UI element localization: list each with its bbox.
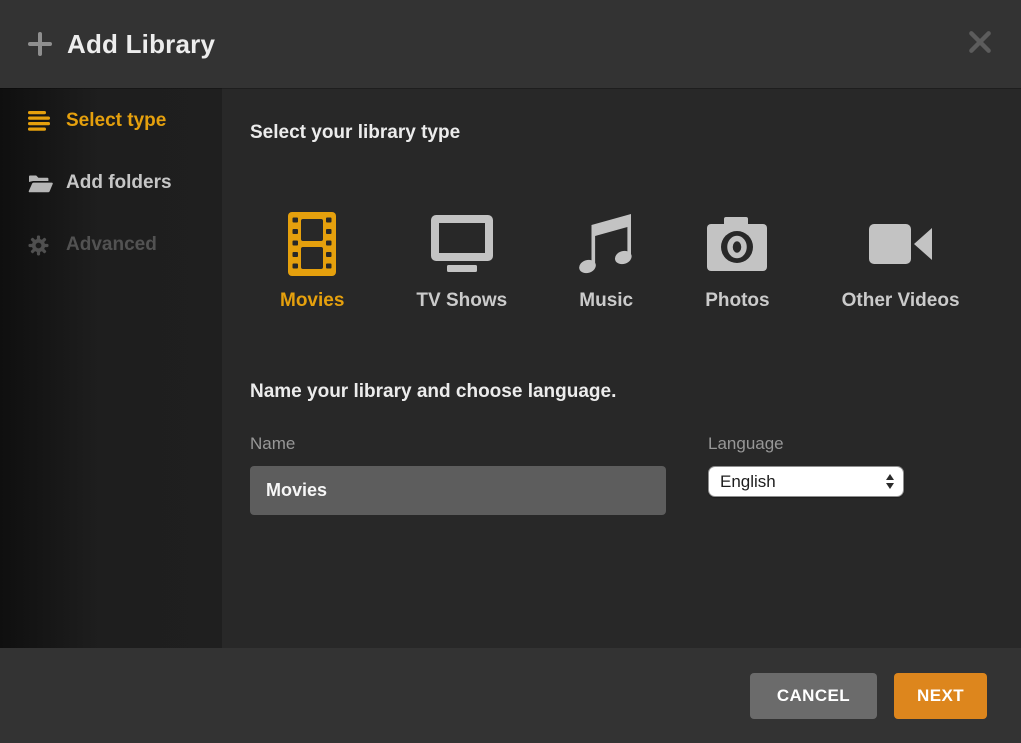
dialog-footer: CANCEL NEXT: [0, 648, 1021, 743]
dialog-header: Add Library: [0, 0, 1021, 88]
type-item-photos[interactable]: Photos: [705, 211, 769, 312]
type-item-music[interactable]: Music: [579, 211, 633, 312]
type-label: Music: [579, 290, 633, 312]
sidebar-item-advanced: Advanced: [0, 232, 222, 258]
library-type-heading: Select your library type: [250, 121, 1021, 145]
library-name-input[interactable]: [250, 466, 666, 515]
sidebar-item-add-folders[interactable]: Add folders: [0, 170, 222, 196]
name-field-group: Name: [250, 434, 666, 515]
dialog-title: Add Library: [67, 29, 215, 60]
tv-icon: [430, 211, 494, 277]
language-label: Language: [708, 434, 904, 454]
add-library-dialog: Add Library: [0, 0, 1021, 743]
type-label: Other Videos: [842, 290, 960, 312]
next-button[interactable]: NEXT: [894, 673, 987, 719]
type-item-other-videos[interactable]: Other Videos: [842, 211, 960, 312]
film-icon: [288, 211, 336, 277]
type-label: TV Shows: [416, 290, 507, 312]
close-icon: [967, 29, 993, 55]
name-language-form: Name Language English: [250, 434, 1021, 515]
dialog-body: Select type Add folders: [0, 88, 1021, 648]
sidebar-item-label: Select type: [66, 110, 166, 132]
plus-icon: [28, 32, 52, 56]
language-select[interactable]: English: [708, 466, 904, 497]
video-camera-icon: [869, 211, 933, 277]
language-field-group: Language English: [708, 434, 904, 515]
music-note-icon: [579, 211, 633, 277]
steps-sidebar: Select type Add folders: [0, 88, 222, 648]
sidebar-item-label: Add folders: [66, 172, 172, 194]
language-selected-value: English: [720, 472, 776, 492]
type-label: Movies: [280, 290, 344, 312]
name-language-heading: Name your library and choose language.: [250, 380, 1021, 404]
type-item-tv-shows[interactable]: TV Shows: [416, 211, 507, 312]
cancel-button[interactable]: CANCEL: [750, 673, 877, 719]
library-type-list: Movies TV Shows: [280, 211, 1021, 312]
select-type-panel: Select your library type: [222, 88, 1021, 648]
name-label: Name: [250, 434, 666, 454]
close-button[interactable]: [967, 29, 993, 55]
list-icon: [28, 111, 54, 131]
type-item-movies[interactable]: Movies: [280, 211, 344, 312]
sidebar-item-label: Advanced: [66, 234, 157, 256]
folder-open-icon: [28, 174, 54, 193]
sidebar-item-select-type[interactable]: Select type: [0, 108, 222, 134]
select-arrows-icon: [886, 474, 894, 489]
gear-icon: [28, 235, 54, 256]
type-label: Photos: [705, 290, 769, 312]
camera-icon: [707, 211, 767, 277]
